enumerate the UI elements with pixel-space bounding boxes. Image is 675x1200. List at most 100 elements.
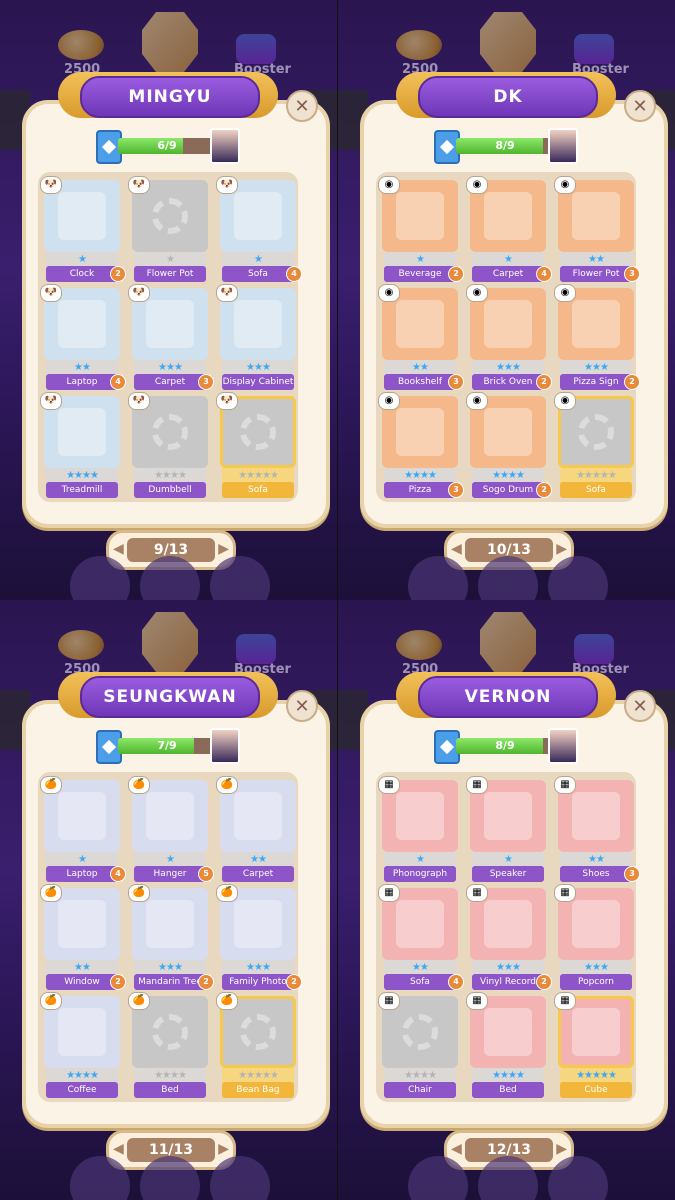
item-art: [146, 792, 194, 840]
item-card[interactable]: ★★★★ Bed ▦: [466, 992, 546, 1100]
item-card[interactable]: ★★ Laptop 4 🐶: [40, 284, 126, 392]
item-card[interactable]: ★★★ Brick Oven 2 ◉: [466, 284, 552, 392]
member-bubble[interactable]: [140, 1156, 200, 1200]
item-card[interactable]: ★★★ Mandarin Tree 2 🍊: [128, 884, 214, 992]
item-label: Pizza Sign: [560, 374, 632, 390]
star-rating: ★★: [412, 962, 429, 973]
item-card[interactable]: ★★★★ Chair ▦: [378, 992, 458, 1100]
count-badge: 2: [448, 266, 464, 282]
member-bubble[interactable]: [478, 556, 538, 600]
item-card[interactable]: ★★★★ Treadmill 🐶: [40, 392, 120, 500]
item-card[interactable]: ★★ Window 2 🍊: [40, 884, 126, 992]
coin-icon: [58, 30, 104, 60]
prev-page-icon[interactable]: ◀: [113, 541, 124, 557]
member-bubble[interactable]: [210, 556, 270, 600]
item-card[interactable]: ★ Carpet 4 ◉: [466, 176, 552, 284]
coin-icon: [396, 630, 442, 660]
star-rating: ★★★★: [66, 1070, 99, 1081]
count-badge: 3: [198, 374, 214, 390]
item-card[interactable]: ★ Hanger 5 🍊: [128, 776, 214, 884]
item-art: [58, 1008, 106, 1056]
card-icon: ▦: [466, 992, 488, 1010]
next-page-icon[interactable]: ▶: [218, 541, 229, 557]
member-bubble[interactable]: [548, 556, 608, 600]
item-card[interactable]: ★★★★★ Sofa 🐶: [216, 392, 296, 500]
card-icon: ▦: [466, 776, 488, 794]
next-page-icon[interactable]: ▶: [218, 1141, 229, 1157]
dog-icon: 🐶: [216, 284, 238, 302]
item-label: Sofa: [222, 266, 294, 282]
next-page-icon[interactable]: ▶: [556, 541, 567, 557]
close-button[interactable]: ✕: [624, 90, 656, 122]
star-rating: ★★★★★: [238, 470, 279, 481]
item-card[interactable]: ★★★ Family Photo 2 🍊: [216, 884, 302, 992]
item-label: Vinyl Record: [472, 974, 544, 990]
member-bubble[interactable]: [70, 556, 130, 600]
item-art: [396, 192, 444, 240]
star-rating: ★: [416, 854, 425, 865]
prev-page-icon[interactable]: ◀: [113, 1141, 124, 1157]
item-card[interactable]: ★★★ Pizza Sign 2 ◉: [554, 284, 640, 392]
item-label: Popcorn: [560, 974, 632, 990]
item-label: Sofa: [384, 974, 456, 990]
item-card[interactable]: ★★★ Vinyl Record 2 ▦: [466, 884, 552, 992]
item-label: Hanger: [134, 866, 206, 882]
item-label: Shoes: [560, 866, 632, 882]
item-card[interactable]: ★ Sofa 4 🐶: [216, 176, 302, 284]
item-label: Carpet: [222, 866, 294, 882]
item-card[interactable]: ★ Beverage 2 ◉: [378, 176, 464, 284]
item-card[interactable]: ★ Phonograph ▦: [378, 776, 458, 884]
prev-page-icon[interactable]: ◀: [451, 1141, 462, 1157]
item-card[interactable]: ★★★★★ Bean Bag 🍊: [216, 992, 296, 1100]
member-bubble[interactable]: [478, 1156, 538, 1200]
star-rating: ★: [166, 854, 175, 865]
dog-icon: 🐶: [40, 284, 62, 302]
next-page-icon[interactable]: ▶: [556, 1141, 567, 1157]
item-card[interactable]: ★ Speaker ▦: [466, 776, 546, 884]
item-card[interactable]: ★★★ Popcorn ▦: [554, 884, 634, 992]
member-bubble[interactable]: [548, 1156, 608, 1200]
member-bubble[interactable]: [408, 556, 468, 600]
item-card[interactable]: ★★★★ Sogo Drum 2 ◉: [466, 392, 552, 500]
member-bubble[interactable]: [140, 556, 200, 600]
item-card[interactable]: ★★ Carpet 🍊: [216, 776, 296, 884]
member-bubble[interactable]: [70, 1156, 130, 1200]
item-label: Treadmill: [46, 482, 118, 498]
item-card[interactable]: ★ Clock 2 🐶: [40, 176, 126, 284]
prev-page-icon[interactable]: ◀: [451, 541, 462, 557]
item-art: [572, 900, 620, 948]
member-bubble[interactable]: [408, 1156, 468, 1200]
item-card[interactable]: ★ Flower Pot 🐶: [128, 176, 208, 284]
tangerine-icon: 🍊: [128, 992, 150, 1010]
item-card[interactable]: ★★★ Carpet 3 🐶: [128, 284, 214, 392]
card-icon: ▦: [378, 992, 400, 1010]
close-button[interactable]: ✕: [624, 690, 656, 722]
item-card[interactable]: ★★★★ Bed 🍊: [128, 992, 208, 1100]
item-card[interactable]: ★★★ Display Cabinet 🐶: [216, 284, 296, 392]
item-card[interactable]: ★ Laptop 4 🍊: [40, 776, 126, 884]
item-card[interactable]: ★★ Flower Pot 3 ◉: [554, 176, 640, 284]
item-card[interactable]: ★★★★ Coffee 🍊: [40, 992, 120, 1100]
item-art: [396, 408, 444, 456]
star-rating: ★★★★: [492, 470, 525, 481]
panel-title: SEUNGKWAN: [80, 676, 260, 718]
item-label: Flower Pot: [560, 266, 632, 282]
member-bubble[interactable]: [210, 1156, 270, 1200]
item-label: Pizza: [384, 482, 456, 498]
item-label: Display Cabinet: [222, 374, 294, 390]
item-card[interactable]: ★★★★★ Sofa ◉: [554, 392, 634, 500]
item-card[interactable]: ★★★★ Pizza 3 ◉: [378, 392, 464, 500]
item-card[interactable]: ★★★★ Dumbbell 🐶: [128, 392, 208, 500]
record-icon: ◉: [378, 392, 400, 410]
close-button[interactable]: ✕: [286, 90, 318, 122]
item-label: Chair: [384, 1082, 456, 1098]
item-card[interactable]: ★★ Bookshelf 3 ◉: [378, 284, 464, 392]
card-icon: ▦: [554, 884, 576, 902]
item-label: Bed: [472, 1082, 544, 1098]
close-button[interactable]: ✕: [286, 690, 318, 722]
item-art: [484, 300, 532, 348]
item-card[interactable]: ★★ Sofa 4 ▦: [378, 884, 464, 992]
count-badge: 3: [624, 866, 640, 882]
item-card[interactable]: ★★★★★ Cube ▦: [554, 992, 634, 1100]
item-card[interactable]: ★★ Shoes 3 ▦: [554, 776, 640, 884]
